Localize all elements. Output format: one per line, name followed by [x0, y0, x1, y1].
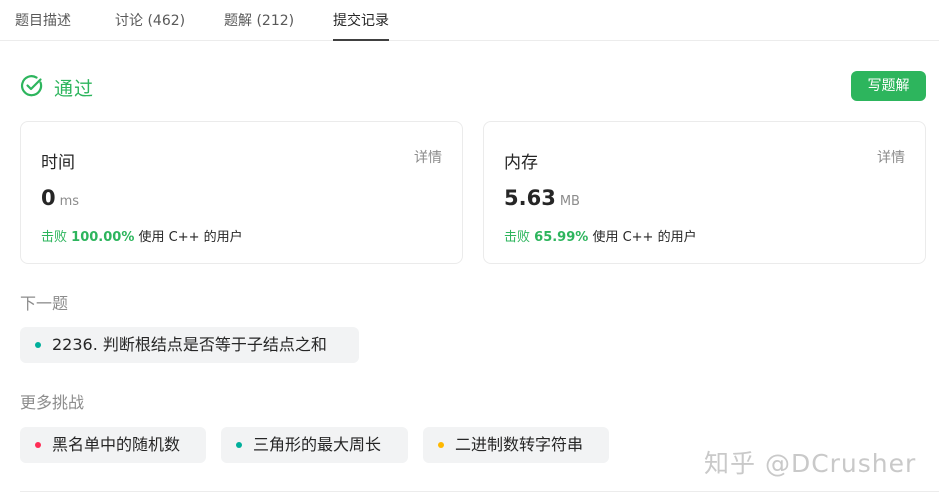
difficulty-dot	[438, 442, 444, 448]
runtime-card: 时间 详情 0 ms 击败 100.00% 使用 C++ 的用户	[20, 121, 463, 264]
tab-submissions[interactable]: 提交记录	[333, 10, 389, 41]
runtime-value: 0 ms	[41, 186, 79, 210]
next-problem-title: 2236. 判断根结点是否等于子结点之和	[52, 335, 327, 354]
status-accepted: 通过	[54, 78, 95, 100]
tab-discussion[interactable]: 讨论 (462)	[115, 10, 185, 41]
memory-details-link[interactable]: 详情	[877, 147, 905, 167]
tab-solutions[interactable]: 题解 (212)	[224, 10, 294, 41]
challenge-item[interactable]: 二进制数转字符串	[423, 427, 609, 463]
memory-title: 内存	[504, 153, 538, 173]
challenge-item[interactable]: 黑名单中的随机数	[20, 427, 206, 463]
next-problem-heading: 下一题	[20, 294, 69, 313]
challenge-title: 黑名单中的随机数	[52, 435, 181, 454]
memory-beat-label: 击败	[504, 230, 531, 245]
memory-unit: MB	[559, 194, 580, 209]
memory-card: 内存 详情 5.63 MB 击败 65.99% 使用 C++ 的用户	[483, 121, 926, 264]
tab-description[interactable]: 题目描述	[15, 10, 71, 41]
memory-value: 5.63 MB	[504, 186, 580, 210]
watermark: 知乎 @DCrusher	[704, 449, 917, 478]
problem-tabs: 题目描述 讨论 (462) 题解 (212) 提交记录	[0, 0, 939, 41]
next-problem-link[interactable]: 2236. 判断根结点是否等于子结点之和	[20, 327, 359, 363]
difficulty-dot	[236, 442, 242, 448]
runtime-unit: ms	[59, 194, 80, 209]
divider	[20, 491, 939, 492]
runtime-beat-desc: 使用 C++ 的用户	[138, 230, 243, 245]
more-challenges-heading: 更多挑战	[20, 393, 85, 412]
runtime-details-link[interactable]: 详情	[414, 147, 442, 167]
runtime-beat-percent: 100.00%	[71, 230, 135, 245]
check-circle-icon	[20, 75, 43, 97]
difficulty-dot	[35, 342, 41, 348]
submission-result-page: 题目描述 讨论 (462) 题解 (212) 提交记录 通过 写题解 时间 详情…	[0, 0, 939, 499]
memory-beat-percent: 65.99%	[534, 230, 589, 245]
difficulty-dot	[35, 442, 41, 448]
write-solution-button[interactable]: 写题解	[851, 71, 926, 101]
challenge-title: 三角形的最大周长	[253, 435, 382, 454]
runtime-number: 0	[41, 186, 56, 210]
memory-beat: 击败 65.99% 使用 C++ 的用户	[504, 226, 697, 245]
challenge-title: 二进制数转字符串	[455, 435, 584, 454]
runtime-beat-label: 击败	[41, 230, 68, 245]
challenge-item[interactable]: 三角形的最大周长	[221, 427, 408, 463]
memory-number: 5.63	[504, 186, 556, 210]
runtime-beat: 击败 100.00% 使用 C++ 的用户	[41, 226, 243, 245]
memory-beat-desc: 使用 C++ 的用户	[592, 230, 697, 245]
runtime-title: 时间	[41, 153, 75, 173]
